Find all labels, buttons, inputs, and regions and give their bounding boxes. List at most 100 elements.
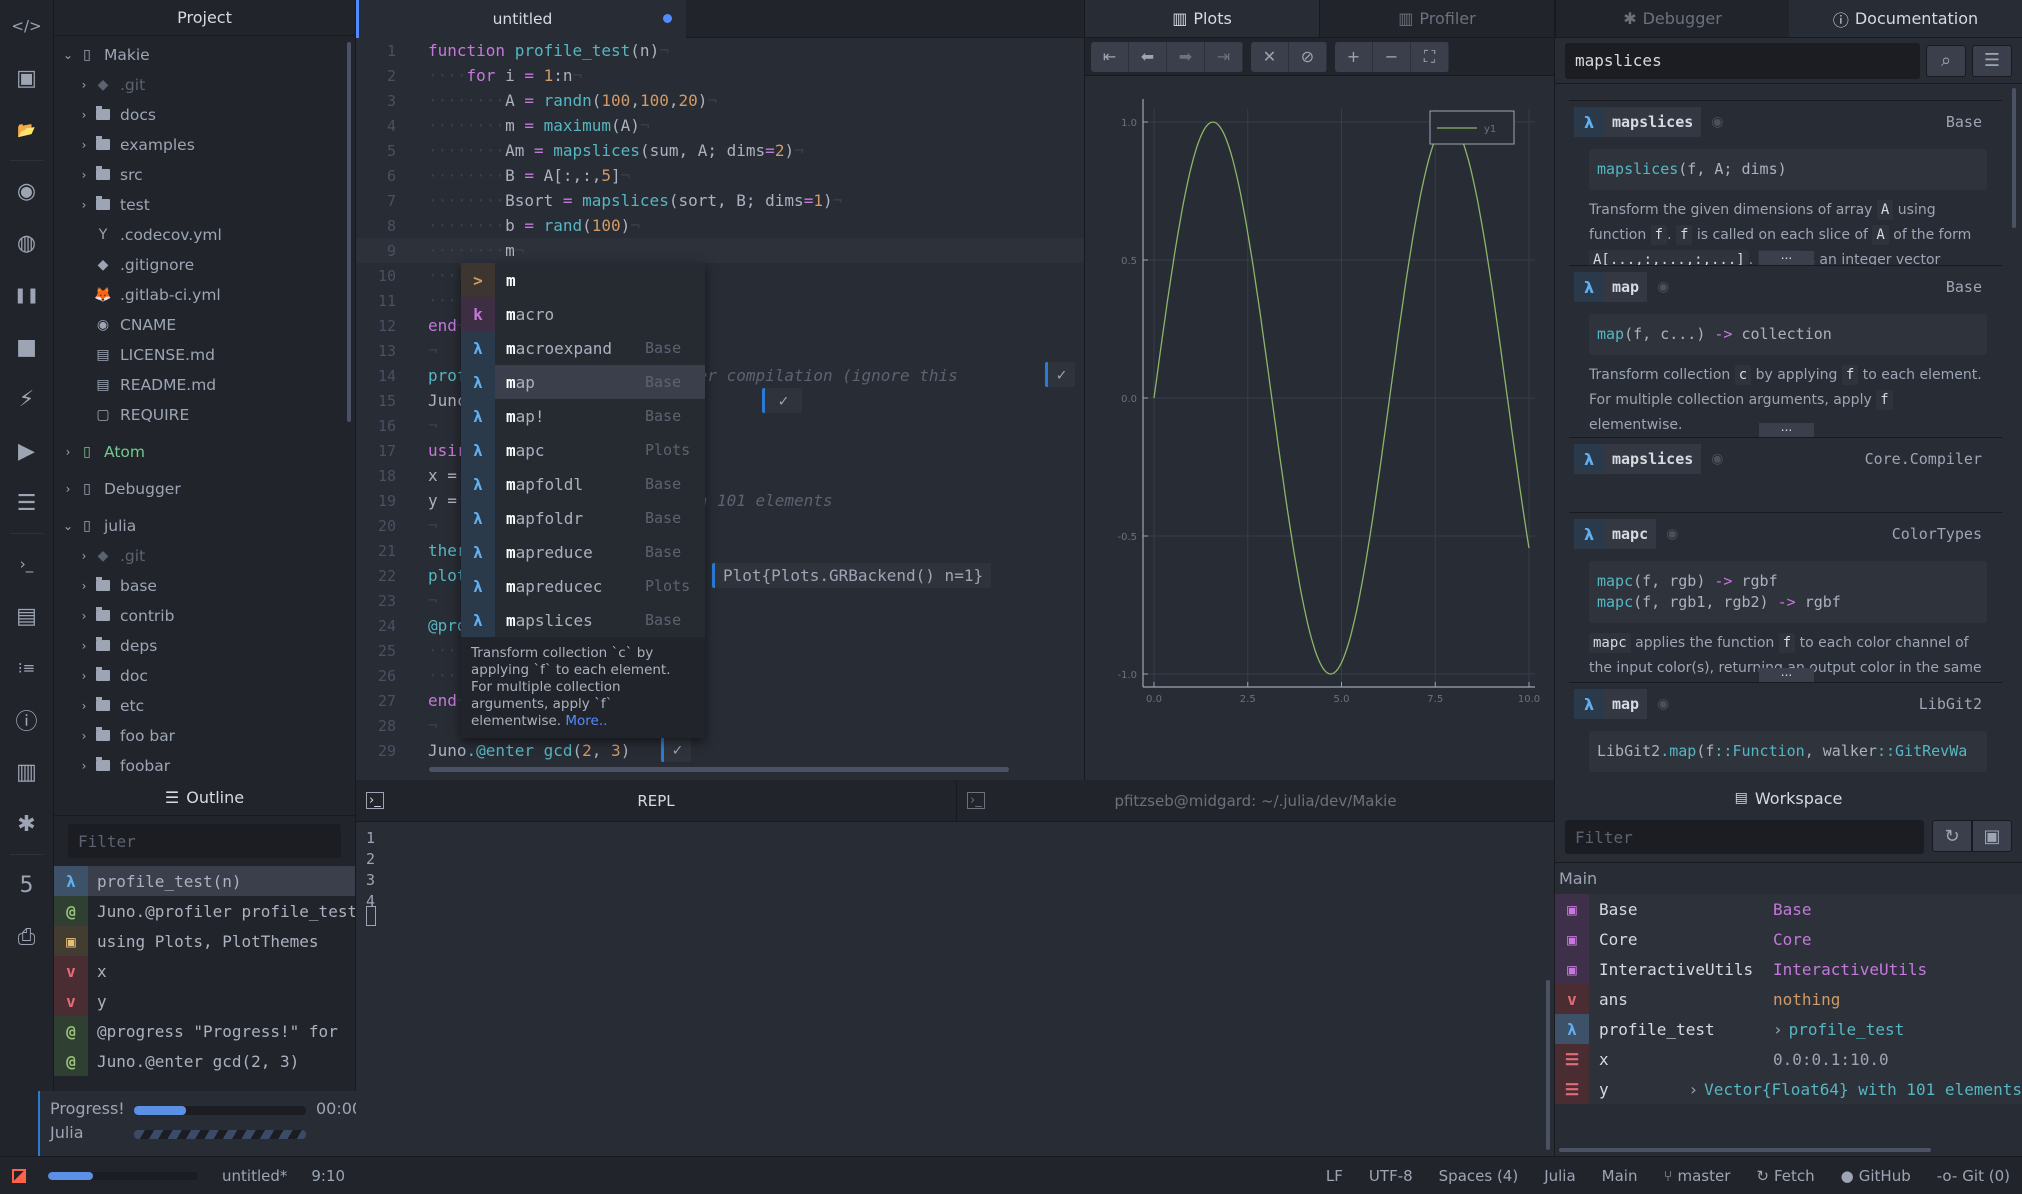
fit-button[interactable]: ⛶ — [1411, 41, 1449, 72]
tree-scrollbar[interactable] — [347, 42, 351, 422]
eye-icon[interactable]: ◉ — [1711, 451, 1723, 467]
autocomplete-item[interactable]: > m — [461, 263, 705, 297]
tab-terminal[interactable]: ›_ pfitzseb@midgard: ~/.julia/dev/Makie — [956, 780, 1554, 821]
clear-button[interactable]: ⊘ — [1289, 41, 1327, 72]
autocomplete-item[interactable]: λ mapreduce Base — [461, 535, 705, 569]
doc-entry-name[interactable]: mapc — [1604, 519, 1657, 549]
inline-result-check[interactable]: ✓ — [1045, 362, 1075, 387]
workspace-row[interactable]: v ans nothing — [1555, 984, 2022, 1014]
outline-item[interactable]: vy — [54, 986, 355, 1016]
tree-item[interactable]: › examples — [54, 130, 355, 160]
workspace-filter-input[interactable]: Filter — [1565, 820, 1924, 854]
tree-item[interactable]: › src — [54, 160, 355, 190]
planet-icon[interactable]: ◍ — [0, 217, 53, 269]
autocomplete-item[interactable]: λ map Base — [461, 365, 705, 399]
outline-item[interactable]: ▣ using Plots, PlotThemes — [54, 926, 355, 956]
menu-button[interactable]: ☰ — [1972, 44, 2012, 77]
outline-filter-input[interactable]: Filter — [68, 824, 341, 858]
autocomplete-item[interactable]: k macro — [461, 297, 705, 331]
tree-item[interactable]: › base — [54, 571, 355, 601]
tab-plots[interactable]: ▥ Plots — [1085, 0, 1319, 37]
tree-item[interactable]: ◆ .gitignore — [54, 250, 355, 280]
status-git[interactable]: -o- Git (0) — [1937, 1167, 2010, 1185]
outline-item[interactable]: @ Juno.@profiler profile_test — [54, 896, 355, 926]
pause-icon[interactable]: ❚❚ — [0, 269, 53, 321]
code-line[interactable]: 29 Juno.@enter gcd(2, 3) — [356, 738, 1084, 763]
repl-scrollbar[interactable] — [1546, 980, 1550, 1150]
tree-item[interactable]: 🦊 .gitlab-ci.yml — [54, 280, 355, 310]
tree-item[interactable]: ⌄ ▯ julia — [54, 511, 355, 541]
tree-item[interactable]: › docs — [54, 100, 355, 130]
status-line-ending[interactable]: LF — [1326, 1167, 1343, 1185]
tree-item[interactable]: › test — [54, 190, 355, 220]
repl-output[interactable]: 1 2 3 4 — [356, 822, 1554, 918]
tree-item[interactable]: › ◆ .git — [54, 70, 355, 100]
editor-horizontal-scrollbar[interactable] — [429, 767, 1009, 772]
code-line[interactable]: 4 ········m = maximum(A)¬ — [356, 113, 1084, 138]
eye-icon[interactable]: ◉ — [1711, 114, 1723, 130]
more-link[interactable]: More.. — [565, 713, 607, 729]
tree-item[interactable]: ▤ LICENSE.md — [54, 340, 355, 370]
status-cursor[interactable]: 9:10 — [311, 1167, 345, 1185]
doc-scrollbar[interactable] — [2012, 88, 2016, 228]
tree-item[interactable]: ▤ README.md — [54, 370, 355, 400]
tree-item[interactable]: › foo bar — [54, 721, 355, 751]
expand-more-button[interactable]: ... — [1759, 421, 1814, 437]
code-line[interactable]: 8 ········b = rand(100)¬ — [356, 213, 1084, 238]
tree-item[interactable]: › deps — [54, 631, 355, 661]
doc-entry-name[interactable]: map — [1604, 689, 1648, 719]
code-line[interactable]: 5 ········Am = mapslices(sum, A; dims=2)¬ — [356, 138, 1084, 163]
html5-icon[interactable]: 5 — [0, 859, 53, 911]
status-file[interactable]: untitled* — [222, 1167, 287, 1185]
code-line[interactable]: 1 function profile_test(n)¬ — [356, 38, 1084, 63]
tree-item[interactable]: Y .codecov.yml — [54, 220, 355, 250]
tree-item[interactable]: › ▯ Debugger — [54, 474, 355, 504]
info-icon[interactable]: ⓘ — [0, 694, 53, 746]
workspace-row[interactable]: ▣ InteractiveUtils InteractiveUtils — [1555, 954, 2022, 984]
first-button[interactable]: ⇤ — [1091, 41, 1129, 72]
chevron-right-icon[interactable]: › — [1688, 1080, 1698, 1099]
editor-tab-untitled[interactable]: untitled — [356, 0, 686, 38]
tree-item[interactable]: ◉ CNAME — [54, 310, 355, 340]
status-grammar[interactable]: Julia — [1544, 1167, 1575, 1185]
code-line[interactable]: 2 ····for i = 1:n¬ — [356, 63, 1084, 88]
play-icon[interactable]: ▶ — [0, 425, 53, 477]
status-github[interactable]: ● GitHub — [1841, 1167, 1911, 1185]
tree-item[interactable]: › doc — [54, 661, 355, 691]
inline-result-plot[interactable]: Plot{Plots.GRBackend() n=1} — [712, 563, 992, 588]
expand-more-button[interactable]: ... — [1759, 666, 1814, 682]
format-icon[interactable]: ☰ — [0, 477, 53, 529]
autocomplete-item[interactable]: λ mapfoldr Base — [461, 501, 705, 535]
close-button[interactable]: ✕ — [1251, 41, 1289, 72]
status-module[interactable]: Main — [1602, 1167, 1638, 1185]
expand-more-button[interactable]: ... — [1759, 249, 1814, 265]
autocomplete-item[interactable]: λ mapfoldl Base — [461, 467, 705, 501]
chevron-right-icon[interactable]: › — [1773, 1020, 1783, 1039]
tab-profiler[interactable]: ▥ Profiler — [1319, 0, 1554, 37]
module-button[interactable]: ▣ — [1972, 820, 2012, 852]
tree-item[interactable]: › etc — [54, 691, 355, 721]
lightning-icon[interactable]: ⚡ — [0, 373, 53, 425]
workspace-row[interactable]: ☰ y › Vector{Float64} with 101 elements — [1555, 1074, 2022, 1104]
bar-chart-icon[interactable]: ▥ — [0, 746, 53, 798]
save-icon[interactable]: ▣ — [0, 52, 53, 104]
doc-entry-name[interactable]: mapslices — [1604, 444, 1702, 474]
tree-item[interactable]: › contrib — [54, 601, 355, 631]
status-indentation[interactable]: Spaces (4) — [1439, 1167, 1519, 1185]
forward-button[interactable]: ➡ — [1167, 41, 1205, 72]
inline-result-check[interactable]: ✓ — [661, 737, 691, 762]
autocomplete-item[interactable]: λ mapc Plots — [461, 433, 705, 467]
new-file-icon[interactable]: </> — [0, 0, 53, 52]
tree-item[interactable]: › foobar — [54, 751, 355, 781]
autocomplete-item[interactable]: λ map! Base — [461, 399, 705, 433]
stop-icon[interactable]: ■ — [0, 321, 53, 373]
globe-icon[interactable]: ◉ — [0, 165, 53, 217]
autocomplete-item[interactable]: λ mapslices Base — [461, 603, 705, 637]
last-button[interactable]: ⇥ — [1205, 41, 1243, 72]
status-encoding[interactable]: UTF-8 — [1369, 1167, 1413, 1185]
zoom-out-button[interactable]: − — [1373, 41, 1411, 72]
tab-repl[interactable]: ›_ REPL — [356, 780, 956, 821]
doc-entry-name[interactable]: mapslices — [1604, 107, 1702, 137]
workspace-row[interactable]: ☰ x 0.0:0.1:10.0 — [1555, 1044, 2022, 1074]
tree-item[interactable]: ▢ REQUIRE — [54, 400, 355, 430]
